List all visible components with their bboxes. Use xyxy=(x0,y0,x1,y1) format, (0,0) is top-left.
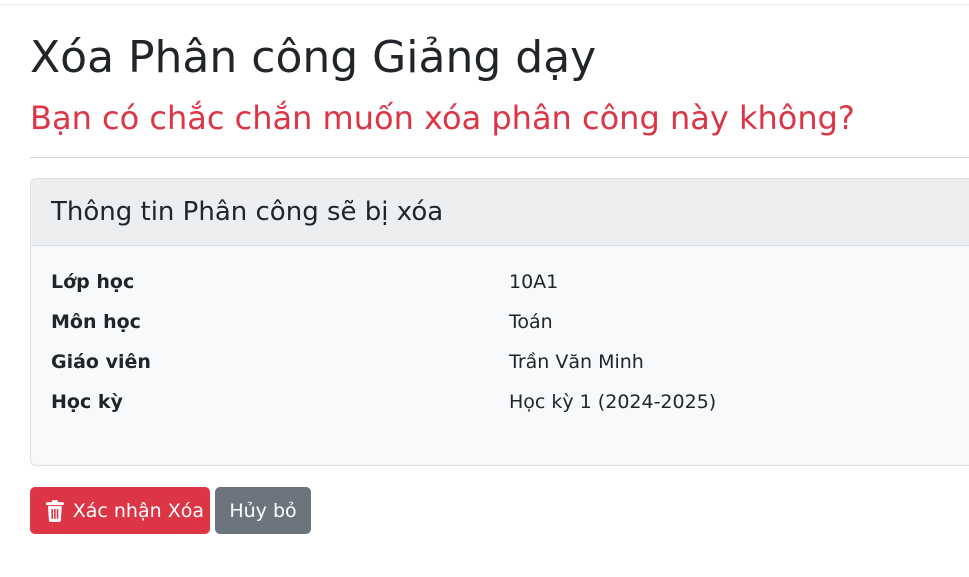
info-value: Học kỳ 1 (2024-2025) xyxy=(509,391,717,413)
confirm-delete-button[interactable]: Xác nhận Xóa xyxy=(30,487,210,534)
top-border xyxy=(0,4,969,5)
info-label: Giáo viên xyxy=(51,351,151,373)
info-label: Học kỳ xyxy=(51,391,123,413)
cancel-button[interactable]: Hủy bỏ xyxy=(215,487,311,534)
info-label: Môn học xyxy=(51,311,141,333)
cancel-label: Hủy bỏ xyxy=(229,499,297,522)
trash-icon xyxy=(46,499,64,522)
info-value: 10A1 xyxy=(509,271,559,293)
info-value: Trần Văn Minh xyxy=(509,351,644,373)
divider xyxy=(30,157,969,158)
delete-warning: Bạn có chắc chắn muốn xóa phân công này … xyxy=(30,99,855,137)
info-row-class: Lớp học 10A1 xyxy=(51,268,931,296)
info-row-semester: Học kỳ Học kỳ 1 (2024-2025) xyxy=(51,388,931,416)
assignment-info-card: Thông tin Phân công sẽ bị xóa Lớp học 10… xyxy=(30,178,969,466)
info-label: Lớp học xyxy=(51,271,135,293)
card-title: Thông tin Phân công sẽ bị xóa xyxy=(51,197,444,227)
card-header: Thông tin Phân công sẽ bị xóa xyxy=(31,179,969,246)
confirm-delete-label: Xác nhận Xóa xyxy=(72,499,204,522)
page-title: Xóa Phân công Giảng dạy xyxy=(30,32,597,83)
info-value: Toán xyxy=(509,311,553,333)
info-row-teacher: Giáo viên Trần Văn Minh xyxy=(51,348,931,376)
info-row-subject: Môn học Toán xyxy=(51,308,931,336)
